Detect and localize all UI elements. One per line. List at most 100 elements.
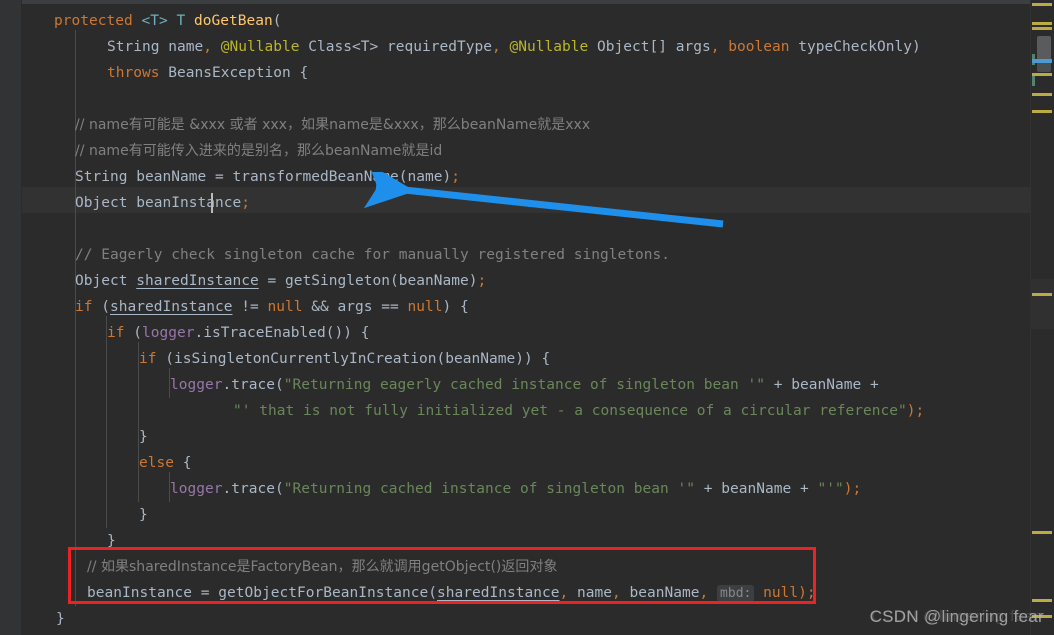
keyword-else: else xyxy=(139,455,174,471)
arg-sharedInstance: sharedInstance xyxy=(437,585,560,601)
open-paren: ( xyxy=(398,169,408,185)
field-logger: logger xyxy=(142,325,195,341)
literal-null: null xyxy=(267,299,303,315)
stripe-warning-mark[interactable] xyxy=(1032,3,1052,6)
eq-op: == xyxy=(381,299,399,315)
var-sharedInstance: sharedInstance xyxy=(110,299,233,315)
code-line-13: if (logger.isTraceEnabled()) { xyxy=(107,320,370,346)
code-line-17-close-brace: } xyxy=(139,429,148,445)
assign-op: = xyxy=(215,169,224,185)
comma: , xyxy=(559,585,569,601)
call-trace: trace xyxy=(231,377,275,393)
editor-code-area[interactable]: protected <T> T doGetBean( String name, … xyxy=(22,4,1030,635)
code-line-24-close-brace: } xyxy=(56,611,65,627)
dot: . xyxy=(222,481,232,497)
code-line-22-comment: // 如果sharedInstance是FactoryBean，那么就调用get… xyxy=(87,559,558,575)
stripe-warning-mark[interactable] xyxy=(1032,599,1052,602)
error-stripe-gutter[interactable] xyxy=(1030,0,1054,635)
plus-op: + xyxy=(703,481,713,497)
comma: , xyxy=(492,39,501,55)
var-beanInstance: beanInstance xyxy=(87,585,192,601)
param-name-args: args xyxy=(675,39,711,55)
watermark-csdn: CSDN @lingering fear xyxy=(869,607,1044,626)
semicolon: ; xyxy=(241,195,250,211)
stripe-warning-mark[interactable] xyxy=(1032,93,1052,96)
open-paren: ( xyxy=(275,481,284,497)
and-op: && xyxy=(311,299,329,315)
var-beanName: beanName xyxy=(721,481,792,497)
stripe-warning-mark[interactable] xyxy=(1032,27,1052,30)
arg-name: name xyxy=(577,585,612,601)
arg-beanName: beanName xyxy=(629,585,700,601)
keyword-protected: protected xyxy=(54,13,133,29)
exception-type: BeansException xyxy=(168,65,291,81)
assign-op: = xyxy=(200,585,210,601)
code-line-8: Object beanInstance; xyxy=(75,190,250,216)
string-literal: "Returning eagerly cached instance of si… xyxy=(283,377,765,393)
open-brace: { xyxy=(174,455,192,471)
keyword-if: if xyxy=(107,325,125,341)
comma: , xyxy=(710,39,720,55)
call-trace: trace xyxy=(231,481,275,497)
open-paren: ( xyxy=(101,299,110,315)
plus-op: + xyxy=(773,377,783,393)
stripe-warning-mark[interactable] xyxy=(1032,22,1052,25)
return-type: T xyxy=(176,13,186,29)
parameter-hint-mbd: mbd: xyxy=(717,585,755,602)
open-paren: ( xyxy=(436,351,446,367)
method-name-doGetBean: doGetBean xyxy=(194,13,273,29)
stripe-band xyxy=(1030,279,1054,329)
stripe-warning-mark[interactable] xyxy=(1032,110,1052,113)
generic-decl: <T> xyxy=(141,13,168,29)
type-string: String xyxy=(75,169,128,185)
semicolon: ; xyxy=(477,273,487,289)
param-name: name xyxy=(168,39,204,55)
code-editor-window: protected <T> T doGetBean( String name, … xyxy=(0,0,1054,635)
tail: ()) { xyxy=(325,325,370,341)
code-line-16: "' that is not fully initialized yet - a… xyxy=(233,398,924,424)
string-literal: "' that is not fully initialized yet - a… xyxy=(233,403,907,419)
close-paren: ) xyxy=(912,39,921,55)
keyword-boolean: boolean xyxy=(728,39,790,55)
vertical-scrollbar-thumb-lower[interactable] xyxy=(1037,62,1051,72)
stripe-info-mark[interactable] xyxy=(1032,59,1052,63)
comma: , xyxy=(612,585,621,601)
stripe-vcs-mark xyxy=(1032,75,1035,86)
code-line-2: String name, @Nullable Class<T> required… xyxy=(107,34,921,60)
param-name-requiredType: requiredType xyxy=(387,39,492,55)
plus-op: + xyxy=(870,377,879,393)
source-code-text: protected <T> T doGetBean( String name, … xyxy=(22,4,1030,635)
tail: ); xyxy=(906,403,925,419)
var-beanName: beanName xyxy=(791,377,862,393)
code-line-12: if (sharedInstance != null && args == nu… xyxy=(75,294,469,320)
param-type-object-array: Object[] xyxy=(597,39,667,55)
dot: . xyxy=(222,377,232,393)
stripe-warning-mark[interactable] xyxy=(1032,293,1052,296)
annotation-nullable: @Nullable xyxy=(509,39,589,55)
tail: )) { xyxy=(515,351,551,367)
literal-null: null xyxy=(763,585,799,601)
keyword-throws: throws xyxy=(107,65,160,81)
tail: ); xyxy=(843,481,862,497)
string-literal: "Returning cached instance of singleton … xyxy=(283,481,695,497)
literal-null: null xyxy=(407,299,443,315)
close-paren: ) xyxy=(442,169,452,185)
code-line-21-close-brace: } xyxy=(107,533,116,549)
editor-line-gutter[interactable] xyxy=(0,0,22,635)
code-line-18: else { xyxy=(139,450,192,476)
neq-op: != xyxy=(241,299,259,315)
stripe-warning-mark[interactable] xyxy=(1032,531,1052,534)
code-line-7: String beanName = transformedBeanName(na… xyxy=(75,164,460,190)
param-name-typeCheckOnly: typeCheckOnly xyxy=(798,39,912,55)
arg-beanName: beanName xyxy=(398,273,469,289)
code-line-5-comment: // name有可能是 &xxx 或者 xxx，如果name是&xxx，那么be… xyxy=(75,117,591,133)
stripe-warning-mark[interactable] xyxy=(1032,73,1052,76)
arg-beanName: beanName xyxy=(445,351,516,367)
code-line-3: throws BeansException { xyxy=(107,60,308,86)
open-paren: ( xyxy=(272,13,282,29)
field-logger: logger xyxy=(170,481,223,497)
open-paren: ( xyxy=(275,377,284,393)
arg-name: name xyxy=(407,169,443,185)
code-line-6-comment: // name有可能传入进来的是别名，那么beanName就是id xyxy=(75,143,443,159)
call-getObjectForBeanInstance: getObjectForBeanInstance xyxy=(218,585,429,601)
